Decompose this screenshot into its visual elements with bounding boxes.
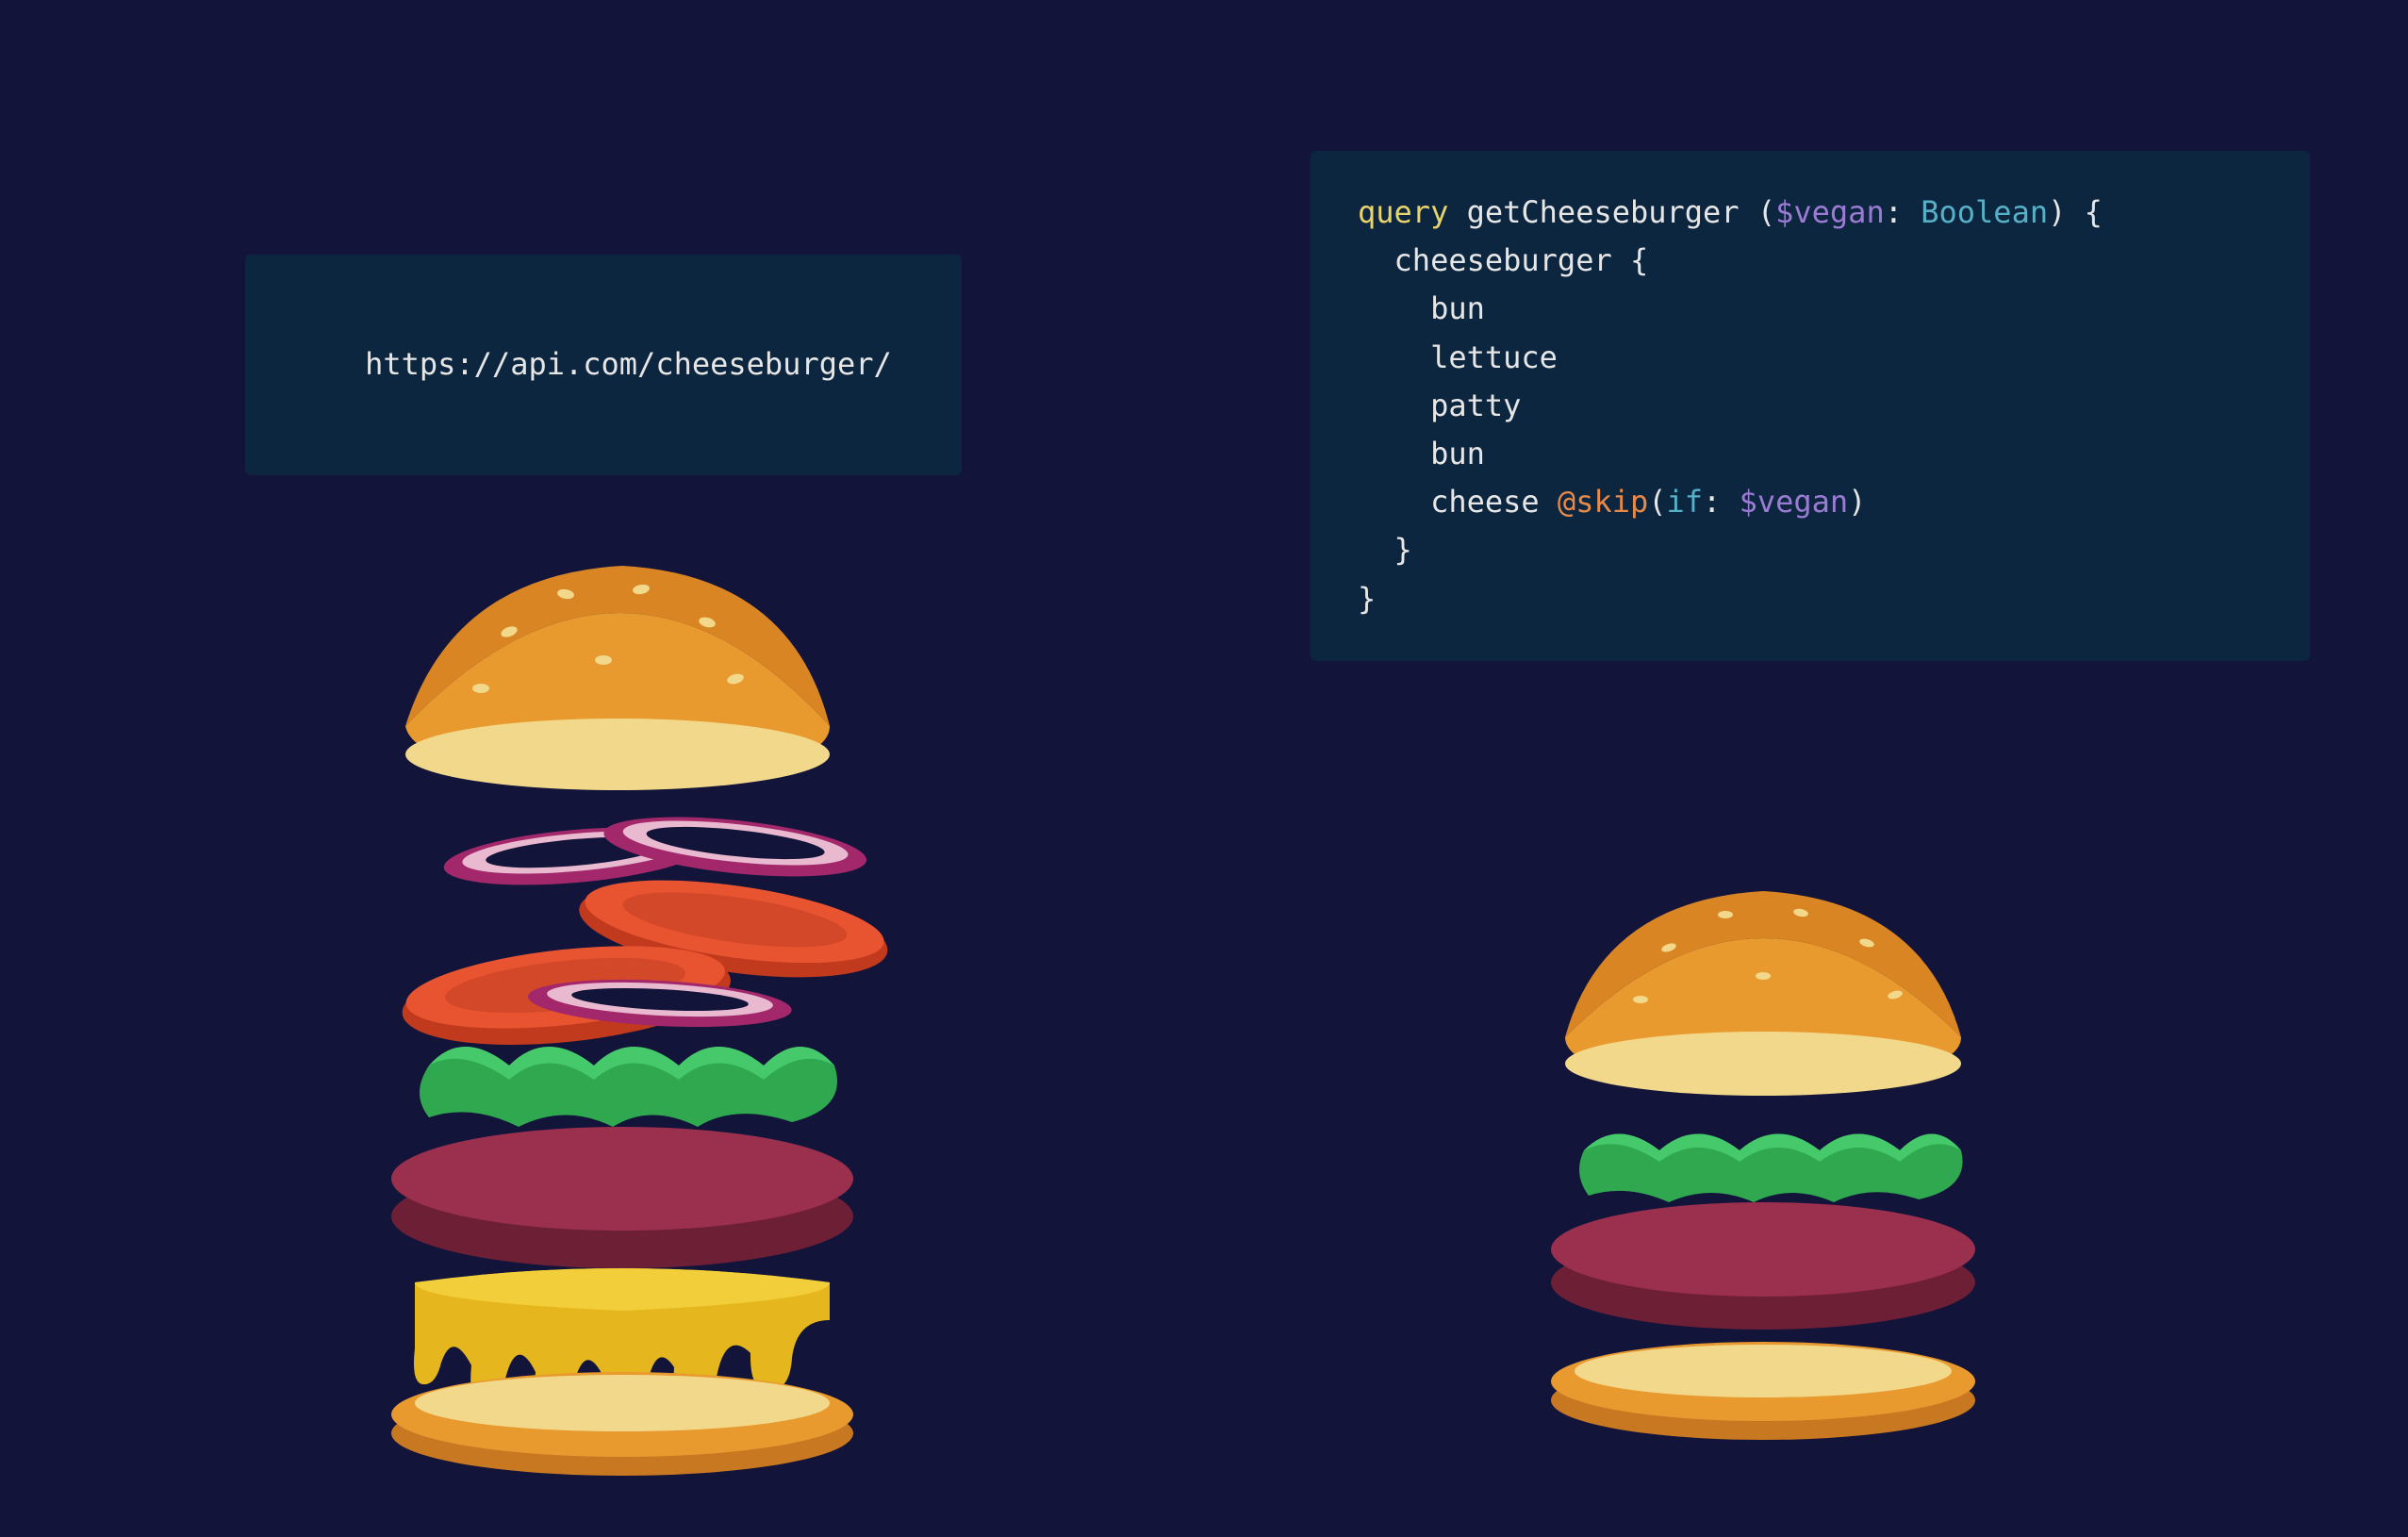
field-patty: patty xyxy=(1430,388,1521,423)
field-bun2: bun xyxy=(1430,436,1485,471)
lettuce-icon xyxy=(1579,1134,1963,1203)
field-bun: bun xyxy=(1430,290,1485,326)
directive-arg-val: $vegan xyxy=(1740,484,1849,520)
variable-type: Boolean xyxy=(1921,194,2048,230)
directive: @skip xyxy=(1558,484,1648,520)
patty-icon xyxy=(391,1127,853,1268)
directive-arg-key: if xyxy=(1667,484,1704,520)
top-bun-icon xyxy=(1565,891,1961,1096)
graphql-query-box: query getCheeseburger ($vegan: Boolean) … xyxy=(1311,151,2310,661)
graphql-burger-icon xyxy=(1499,868,2027,1452)
rest-url: https://api.com/cheeseburger/ xyxy=(365,346,892,382)
bottom-bun-icon xyxy=(391,1372,853,1476)
field-cheese: cheese xyxy=(1430,484,1540,520)
field-lettuce: lettuce xyxy=(1430,339,1558,375)
diagram-canvas: https://api.com/cheeseburger/ query getC… xyxy=(0,0,2408,1537)
rest-url-box: https://api.com/cheeseburger/ xyxy=(245,255,962,475)
operation-name: getCheeseburger xyxy=(1467,194,1740,230)
onion-icon xyxy=(602,807,869,887)
root-field: cheeseburger xyxy=(1394,242,1612,278)
top-bun-icon xyxy=(405,566,830,790)
bottom-bun-icon xyxy=(1551,1342,1975,1440)
variable-name: $vegan xyxy=(1775,194,1885,230)
lettuce-icon xyxy=(420,1047,837,1127)
patty-icon xyxy=(1551,1202,1975,1330)
rest-burger-icon xyxy=(321,537,924,1480)
keyword-query: query xyxy=(1358,194,1448,230)
